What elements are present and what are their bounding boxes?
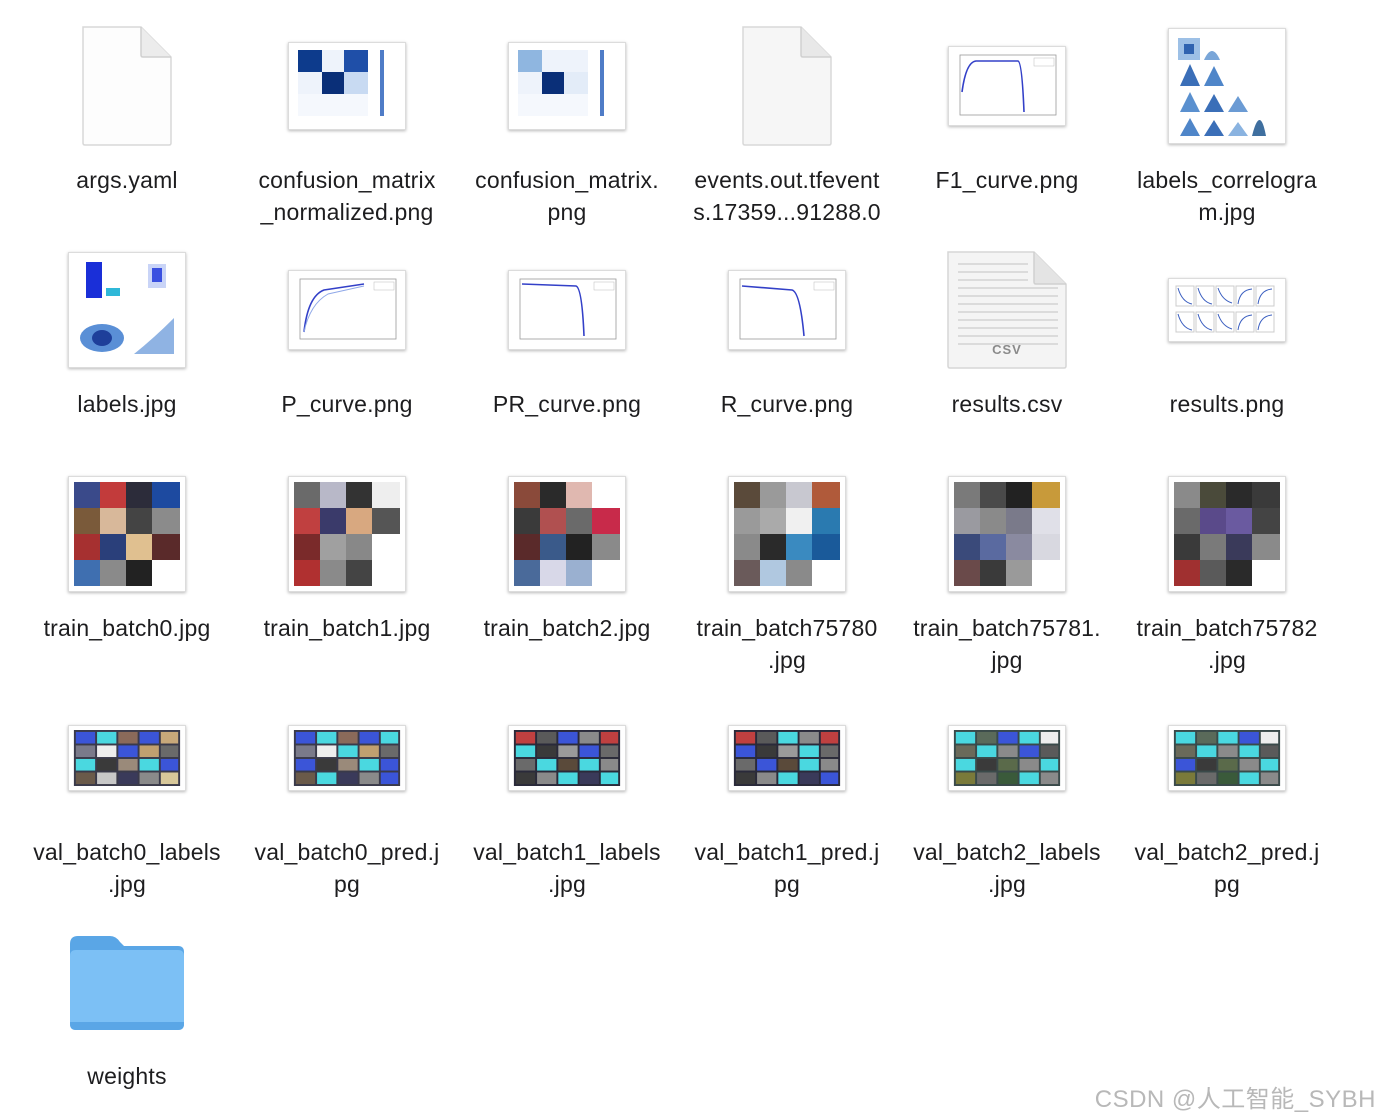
file-item-train-batch2[interactable]: train_batch2.jpg — [457, 448, 677, 672]
photo-grid-thumbnail — [68, 476, 186, 592]
labels-thumbnail — [68, 252, 186, 368]
file-label: val_batch0_labels .jpg — [33, 839, 221, 897]
correlogram-thumbnail — [1168, 28, 1286, 144]
file-label: results.png — [1169, 391, 1285, 417]
file-item-results-png[interactable]: results.png — [1117, 224, 1337, 448]
file-label: train_batch1.jpg — [263, 615, 431, 641]
file-item-weights-folder[interactable]: weights — [17, 896, 237, 1120]
file-label: weights — [87, 1063, 167, 1089]
file-item-r-curve[interactable]: R_curve.png — [677, 224, 897, 448]
photo-strip-thumbnail — [1168, 725, 1286, 791]
file-item-val-batch2-labels[interactable]: val_batch2_labels .jpg — [897, 672, 1117, 897]
file-label: train_batch75782 .jpg — [1136, 615, 1318, 673]
file-label: val_batch2_pred.j pg — [1134, 839, 1320, 897]
confusion-matrix-thumbnail — [508, 42, 626, 130]
file-item-p-curve[interactable]: P_curve.png — [237, 224, 457, 448]
file-item-val-batch1-pred[interactable]: val_batch1_pred.j pg — [677, 672, 897, 897]
curve-thumbnail — [288, 270, 406, 350]
file-item-results-csv[interactable]: CSV results.csv — [897, 224, 1117, 448]
photo-strip-thumbnail — [508, 725, 626, 791]
file-label: train_batch75781. jpg — [913, 615, 1101, 673]
file-label: train_batch75780 .jpg — [696, 615, 878, 673]
file-item-train-batch75782[interactable]: train_batch75782 .jpg — [1117, 448, 1337, 673]
file-label: val_batch0_pred.j pg — [254, 839, 440, 897]
file-grid: args.yaml confusion_matrix _normalized.p… — [0, 0, 1382, 1120]
photo-strip-thumbnail — [68, 725, 186, 791]
file-label: train_batch0.jpg — [43, 615, 211, 641]
file-label: P_curve.png — [281, 391, 413, 417]
photo-strip-thumbnail — [728, 725, 846, 791]
file-label: labels.jpg — [77, 391, 177, 417]
file-item-args-yaml[interactable]: args.yaml — [17, 0, 237, 224]
confusion-matrix-thumbnail — [288, 42, 406, 130]
file-item-labels-correlogram[interactable]: labels_correlogra m.jpg — [1117, 0, 1337, 225]
file-item-val-batch1-labels[interactable]: val_batch1_labels .jpg — [457, 672, 677, 897]
file-label: val_batch1_pred.j pg — [694, 839, 880, 897]
file-item-events-tfevents[interactable]: events.out.tfevent s.17359...91288.0 — [677, 0, 897, 225]
photo-strip-thumbnail — [288, 725, 406, 791]
photo-grid-thumbnail — [948, 476, 1066, 592]
file-label: confusion_matrix. png — [475, 167, 659, 225]
photo-grid-thumbnail — [508, 476, 626, 592]
file-label: results.csv — [951, 391, 1063, 417]
folder-icon — [70, 936, 184, 1030]
results-thumbnail — [1168, 278, 1286, 342]
file-item-val-batch2-pred[interactable]: val_batch2_pred.j pg — [1117, 672, 1337, 897]
file-label: confusion_matrix _normalized.png — [258, 167, 436, 225]
photo-grid-thumbnail — [1168, 476, 1286, 592]
file-label: val_batch2_labels .jpg — [913, 839, 1101, 897]
document-icon — [82, 26, 172, 146]
photo-grid-thumbnail — [728, 476, 846, 592]
photo-strip-thumbnail — [948, 725, 1066, 791]
file-label: train_batch2.jpg — [483, 615, 651, 641]
file-label: labels_correlogra m.jpg — [1137, 167, 1317, 225]
curve-thumbnail — [728, 270, 846, 350]
curve-thumbnail — [948, 46, 1066, 126]
file-item-train-batch75780[interactable]: train_batch75780 .jpg — [677, 448, 897, 673]
document-icon — [742, 26, 832, 146]
curve-thumbnail — [508, 270, 626, 350]
file-item-train-batch75781[interactable]: train_batch75781. jpg — [897, 448, 1117, 673]
file-item-pr-curve[interactable]: PR_curve.png — [457, 224, 677, 448]
file-label: events.out.tfevent s.17359...91288.0 — [693, 167, 881, 225]
file-label: args.yaml — [76, 167, 178, 193]
file-item-confusion-matrix[interactable]: confusion_matrix. png — [457, 0, 677, 225]
file-item-val-batch0-pred[interactable]: val_batch0_pred.j pg — [237, 672, 457, 897]
file-item-val-batch0-labels[interactable]: val_batch0_labels .jpg — [17, 672, 237, 897]
file-label: val_batch1_labels .jpg — [473, 839, 661, 897]
file-item-labels-jpg[interactable]: labels.jpg — [17, 224, 237, 448]
photo-grid-thumbnail — [288, 476, 406, 592]
file-label: R_curve.png — [720, 391, 854, 417]
file-item-train-batch1[interactable]: train_batch1.jpg — [237, 448, 457, 672]
file-item-f1-curve[interactable]: F1_curve.png — [897, 0, 1117, 224]
file-label: PR_curve.png — [492, 391, 642, 417]
file-item-confusion-matrix-normalized[interactable]: confusion_matrix _normalized.png — [237, 0, 457, 225]
file-item-train-batch0[interactable]: train_batch0.jpg — [17, 448, 237, 672]
csv-badge: CSV — [992, 342, 1022, 357]
watermark: CSDN @人工智能_SYBH — [1094, 1086, 1376, 1113]
file-label: F1_curve.png — [935, 167, 1079, 193]
